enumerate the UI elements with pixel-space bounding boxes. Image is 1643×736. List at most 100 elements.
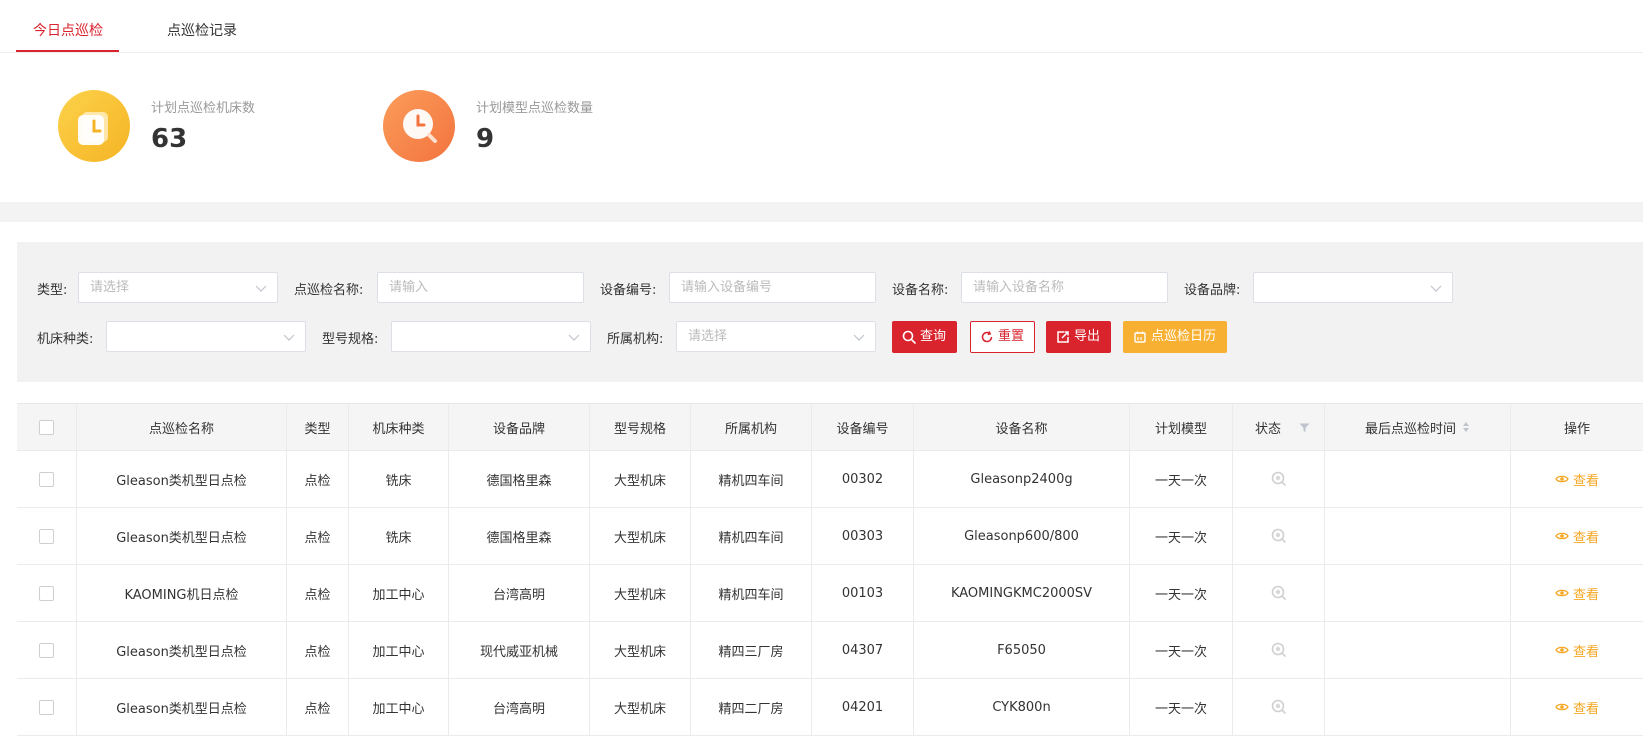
status-column-header[interactable]: 状态 [1233, 404, 1325, 450]
table-cell-plan: 一天一次 [1130, 622, 1233, 678]
table-cell-device-name: KAOMINGKMC2000SV [914, 565, 1130, 621]
stat-label: 计划模型点巡检数量 [476, 101, 594, 116]
table-cell-org: 精机四车间 [691, 565, 812, 621]
table-cell-type: 点检 [287, 565, 349, 621]
view-link[interactable]: 查看 [1555, 584, 1599, 603]
machine-type-select[interactable] [106, 321, 306, 352]
view-link[interactable]: 查看 [1555, 641, 1599, 660]
chevron-down-icon [1430, 285, 1442, 292]
org-label: 所属机构: [607, 332, 664, 347]
type-label: 类型: [37, 283, 68, 298]
select-all-checkbox[interactable] [39, 419, 54, 435]
table-row: KAOMING机日点检 点检 加工中心 台湾高明 大型机床 精机四车间 00103 KAOMI… [17, 565, 1643, 622]
status-icon [1271, 642, 1286, 657]
table-cell-no: 00302 [812, 451, 914, 507]
device-name-input[interactable]: 请输入设备名称 [961, 272, 1168, 303]
export-button-label: 导出 [1074, 329, 1101, 344]
table-cell-no: 00303 [812, 508, 914, 564]
table-cell-device-name: F65050 [914, 622, 1130, 678]
view-link[interactable]: 查看 [1555, 527, 1599, 546]
model-spec-select[interactable] [391, 321, 591, 352]
table-cell-last-time [1325, 679, 1511, 735]
table-cell-name: Gleason类机型日点检 [77, 508, 287, 564]
view-link[interactable]: 查看 [1555, 470, 1599, 489]
filter-icon[interactable] [1299, 423, 1310, 433]
table-cell-spec: 大型机床 [590, 508, 691, 564]
row-checkbox[interactable] [39, 585, 54, 601]
status-cell [1233, 508, 1325, 564]
tab-inspection-records[interactable]: 点巡检记录 [167, 20, 237, 53]
filter-panel [17, 242, 1643, 382]
table-cell-no: 04201 [812, 679, 914, 735]
stat-value: 9 [476, 124, 495, 154]
table-cell-brand: 现代威亚机械 [449, 622, 590, 678]
table-cell-no: 04307 [812, 622, 914, 678]
column-header[interactable]: 设备编号 [812, 404, 914, 450]
table-cell-device-name: Gleasonp600/800 [914, 508, 1130, 564]
reset-button[interactable]: 重置 [970, 321, 1036, 353]
tab-today-inspection[interactable]: 今日点巡检 [33, 20, 103, 53]
view-link-label: 查看 [1572, 701, 1599, 717]
table-cell-last-time [1325, 565, 1511, 621]
table-cell-plan: 一天一次 [1130, 679, 1233, 735]
row-select-cell [17, 565, 77, 621]
row-select-cell [17, 451, 77, 507]
column-header[interactable]: 类型 [287, 404, 349, 450]
last-time-column-header[interactable]: 最后点巡检时间 [1325, 404, 1511, 450]
table-cell-type: 点检 [287, 508, 349, 564]
table-cell-spec: 大型机床 [590, 622, 691, 678]
type-select-placeholder: 请选择 [90, 280, 130, 295]
device-brand-select[interactable] [1253, 272, 1453, 303]
column-header[interactable]: 设备品牌 [449, 404, 590, 450]
stat-label: 计划点巡检机床数 [151, 101, 256, 116]
table-cell-brand: 德国格里森 [449, 451, 590, 507]
column-header[interactable]: 型号规格 [590, 404, 691, 450]
inspection-name-input[interactable]: 请输入 [377, 272, 584, 303]
row-checkbox[interactable] [39, 471, 54, 487]
row-checkbox[interactable] [39, 528, 54, 544]
type-select[interactable]: 请选择 [78, 272, 278, 303]
stat-value: 63 [151, 124, 188, 154]
device-brand-label: 设备品牌: [1184, 283, 1241, 298]
table-cell-plan: 一天一次 [1130, 565, 1233, 621]
status-cell [1233, 622, 1325, 678]
table-cell-plan: 一天一次 [1130, 508, 1233, 564]
row-select-cell [17, 622, 77, 678]
eye-icon [1555, 475, 1569, 483]
eye-icon [1555, 589, 1569, 597]
model-spec-label: 型号规格: [322, 332, 379, 347]
row-checkbox[interactable] [39, 699, 54, 715]
column-header[interactable]: 设备名称 [914, 404, 1130, 450]
table-cell-type: 点检 [287, 622, 349, 678]
column-header: 操作 [1563, 421, 1590, 437]
machine-type-label: 机床种类: [37, 332, 94, 347]
action-cell: 查看 [1511, 451, 1643, 507]
row-checkbox[interactable] [39, 642, 54, 658]
table-cell-last-time [1325, 451, 1511, 507]
table-cell-device-name: CYK800n [914, 679, 1130, 735]
device-name-placeholder: 请输入设备名称 [973, 280, 1065, 295]
export-button[interactable]: 导出 [1046, 321, 1112, 353]
org-select[interactable]: 请选择 [676, 321, 876, 352]
view-link-label: 查看 [1572, 473, 1599, 489]
query-button[interactable]: 查询 [892, 321, 958, 353]
table-cell-name: Gleason类机型日点检 [77, 679, 287, 735]
table-cell-org: 精机四车间 [691, 508, 812, 564]
refresh-icon [981, 331, 993, 343]
view-link[interactable]: 查看 [1555, 698, 1599, 717]
table-cell-brand: 德国格里森 [449, 508, 590, 564]
column-header[interactable]: 机床种类 [349, 404, 449, 450]
sort-icon[interactable] [1462, 421, 1470, 433]
column-header[interactable]: 点巡检名称 [77, 404, 287, 450]
inspection-name-label: 点巡检名称: [294, 283, 364, 298]
eye-icon [1555, 646, 1569, 654]
row-select-cell [17, 508, 77, 564]
action-cell: 查看 [1511, 622, 1643, 678]
table-cell-machine-type: 加工中心 [349, 622, 449, 678]
chevron-down-icon [255, 285, 267, 292]
column-header: 最后点巡检时间 [1364, 421, 1456, 437]
column-header[interactable]: 所属机构 [691, 404, 812, 450]
column-header[interactable]: 计划模型 [1130, 404, 1233, 450]
device-no-input[interactable]: 请输入设备编号 [669, 272, 876, 303]
inspection-calendar-button[interactable]: 点巡检日历 [1123, 321, 1228, 353]
